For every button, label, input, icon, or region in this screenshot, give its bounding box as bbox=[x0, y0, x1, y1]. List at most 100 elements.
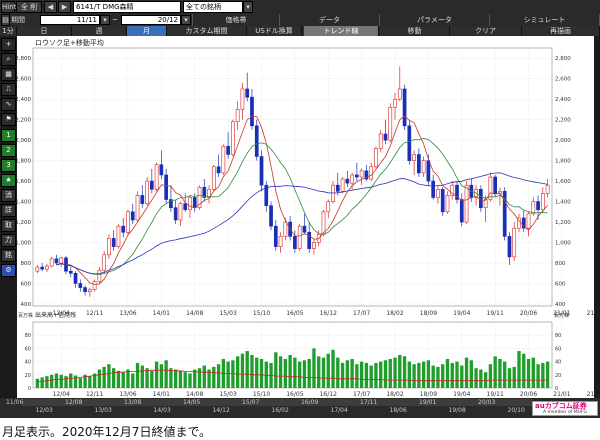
candle-body bbox=[111, 238, 116, 247]
move-button[interactable]: 移動 bbox=[380, 26, 450, 36]
candle-body bbox=[269, 205, 273, 227]
period-button-month[interactable]: 月 bbox=[127, 26, 167, 36]
volume-bar bbox=[54, 373, 59, 388]
range-start-input[interactable]: 11/11 bbox=[40, 15, 100, 25]
candle-body bbox=[493, 176, 498, 194]
sidebar-preset-1[interactable]: 1 bbox=[1, 129, 16, 142]
clear-button[interactable]: クリア bbox=[450, 26, 522, 36]
candle-body bbox=[350, 174, 354, 184]
price-tick-left: 2,800 bbox=[17, 56, 31, 62]
x-tick-label: 13/06 bbox=[119, 310, 136, 317]
volume-bar bbox=[183, 372, 187, 388]
volume-bar bbox=[50, 374, 54, 388]
usd-convert-button[interactable]: USドル換算 bbox=[247, 26, 302, 36]
scrollbar-date-label: 13/08 bbox=[124, 399, 142, 406]
candle-body bbox=[149, 180, 154, 190]
sidebar-zoom-icon[interactable]: ⌕ bbox=[1, 53, 16, 66]
range-end-dropdown-icon[interactable]: ▾ bbox=[181, 15, 191, 25]
next-symbol-button[interactable]: ▶ bbox=[58, 1, 71, 13]
volume-bar bbox=[441, 364, 445, 388]
price-tick-right: 2,600 bbox=[555, 77, 571, 83]
trendline-button[interactable]: トレンド線 bbox=[304, 26, 379, 36]
candle-body bbox=[483, 199, 488, 209]
volume-bar bbox=[507, 368, 512, 388]
volume-bar bbox=[64, 376, 68, 388]
sidebar-preset-3[interactable]: 3 bbox=[1, 159, 16, 172]
symbol-input[interactable]: 6141/T DMG森精 bbox=[73, 1, 181, 13]
volume-bar bbox=[188, 373, 192, 388]
logo-main-text: auカブコム証券 bbox=[535, 402, 587, 410]
date-scrollbar[interactable]: 11/06 12/03 12/08 13/03 13/08 14/03 14/05 14/12… bbox=[0, 398, 600, 418]
volume-bar bbox=[393, 357, 397, 388]
x-tick-label: 19/04 bbox=[453, 310, 470, 317]
scrollbar-date-label: 17/04 bbox=[330, 407, 348, 414]
period-button-week[interactable]: 週 bbox=[72, 26, 127, 36]
volume-bar bbox=[107, 364, 111, 388]
candle-body bbox=[45, 265, 49, 270]
candle-body bbox=[293, 236, 297, 249]
volume-x-tick-label: 18/02 bbox=[386, 391, 403, 398]
volume-bar bbox=[97, 369, 102, 388]
volume-bar bbox=[350, 358, 354, 388]
scrollbar-date-label: 16/09 bbox=[301, 399, 319, 406]
range-start-dropdown-icon[interactable]: ▾ bbox=[100, 15, 110, 25]
custom-period-button[interactable]: カスタム期間 bbox=[167, 26, 247, 36]
volume-bar bbox=[340, 362, 345, 388]
volume-bar bbox=[402, 356, 407, 388]
sidebar-gear-icon[interactable]: ⚙ bbox=[1, 264, 16, 277]
period-button-1min[interactable]: 1分 bbox=[0, 26, 17, 36]
volume-x-tick-label: 19/11 bbox=[487, 391, 504, 398]
volume-bar bbox=[240, 353, 245, 388]
range-end-input[interactable]: 20/12 bbox=[121, 15, 181, 25]
volume-bar bbox=[178, 370, 183, 388]
tab-parameter[interactable]: パラメータ bbox=[380, 14, 490, 26]
scrollbar-thumb[interactable] bbox=[22, 399, 532, 406]
sidebar-preset-2[interactable]: 2 bbox=[1, 144, 16, 157]
candle-body bbox=[507, 236, 512, 258]
top-toolbar: Hint 全 削 ◀ ▶ 6141/T DMG森精 全ての銘柄 ▾ bbox=[0, 0, 600, 15]
filter-dropdown-icon[interactable]: ▾ bbox=[243, 1, 253, 13]
sidebar-flag-icon[interactable]: ⚑ bbox=[1, 113, 16, 126]
sidebar-trade[interactable]: 取 bbox=[1, 219, 16, 232]
tab-simulate[interactable]: シミュレート bbox=[490, 14, 600, 26]
volume-x-tick-label: 13/06 bbox=[119, 391, 136, 398]
sidebar-printer-icon[interactable]: ▦ bbox=[1, 68, 16, 81]
period-toolbar: 1分 日 週 月 カスタム期間 USドル換算 トレンド線 移動 クリア 再描画 bbox=[0, 26, 600, 36]
sidebar-power[interactable]: 力 bbox=[1, 234, 16, 247]
sidebar-star-icon[interactable]: ★ bbox=[1, 174, 16, 187]
clear-all-button[interactable]: 全 削 bbox=[16, 1, 42, 13]
hint-button[interactable]: Hint bbox=[1, 1, 16, 13]
volume-bar bbox=[421, 361, 426, 388]
filter-select[interactable]: 全ての銘柄 bbox=[183, 1, 243, 13]
scrollbar-date-label: 14/05 bbox=[183, 399, 201, 406]
chart-area[interactable]: ロウソク足+移動平均4004006006008008001,0001,0001,… bbox=[17, 36, 594, 398]
period-button-day[interactable]: 日 bbox=[17, 26, 72, 36]
candle-body bbox=[407, 125, 412, 161]
sidebar-candle-chart-icon[interactable]: ⎍ bbox=[1, 83, 16, 96]
volume-bar bbox=[245, 351, 249, 388]
volume-bar bbox=[526, 358, 531, 388]
candle-body bbox=[388, 107, 393, 141]
prev-symbol-button[interactable]: ◀ bbox=[44, 1, 57, 13]
volume-unit-right: 百万株 bbox=[554, 312, 569, 319]
scrollbar-date-label: 14/03 bbox=[153, 407, 171, 414]
price-tick-right: 600 bbox=[555, 281, 566, 287]
volume-tick-right: 20 bbox=[555, 373, 561, 379]
candle-body bbox=[488, 176, 493, 200]
sidebar-stock[interactable]: 銘 bbox=[1, 249, 16, 262]
candle-body bbox=[40, 266, 45, 270]
x-tick-label: 21/08 bbox=[587, 310, 594, 317]
caption: 月足表示。2020年12月7日終値まで。 bbox=[2, 425, 211, 439]
tab-price-band[interactable]: 価格帯 bbox=[192, 14, 280, 26]
volume-bar bbox=[426, 360, 431, 388]
price-tick-left: 2,400 bbox=[17, 97, 31, 103]
sidebar-crosshair-icon[interactable]: + bbox=[1, 38, 16, 51]
price-tick-left: 800 bbox=[21, 261, 32, 267]
redraw-button[interactable]: 再描画 bbox=[522, 26, 600, 36]
tab-data[interactable]: データ bbox=[280, 14, 380, 26]
sidebar-erase[interactable]: 消 bbox=[1, 189, 16, 202]
volume-bar bbox=[436, 366, 440, 388]
volume-bar bbox=[379, 361, 383, 388]
sidebar-line-chart-icon[interactable]: ∿ bbox=[1, 98, 16, 111]
sidebar-detail[interactable]: 詳 bbox=[1, 204, 16, 217]
